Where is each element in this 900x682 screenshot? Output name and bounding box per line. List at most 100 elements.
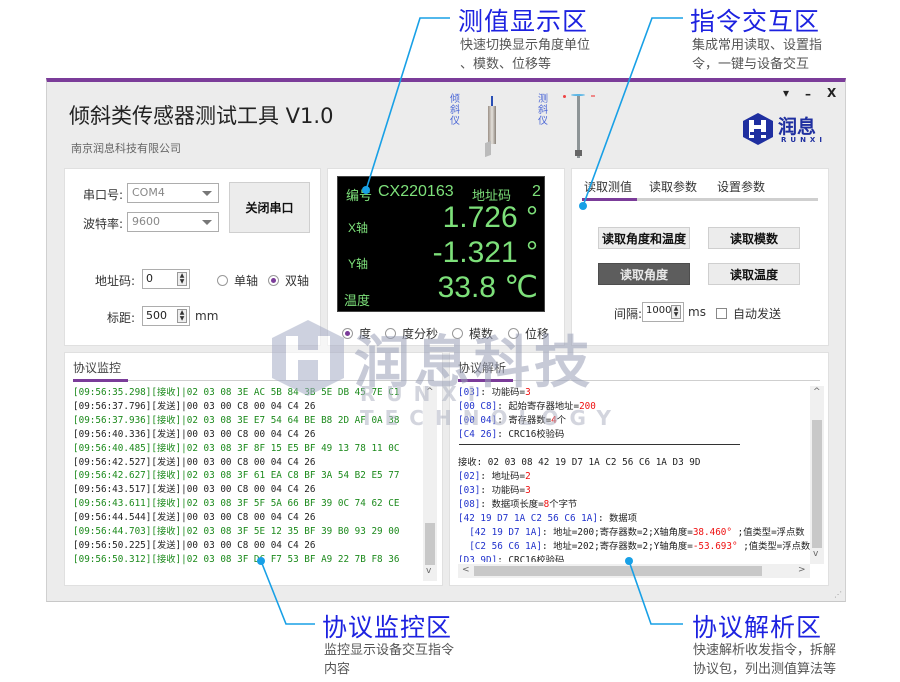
log-line-send: [09:56:37.796][发送]|00 03 00 C8 00 04 C4 … (73, 400, 316, 412)
parser-value: 3 (525, 485, 531, 496)
radio-single-axis[interactable]: 单轴 (217, 272, 258, 289)
interval-spinner[interactable]: 1000 ▲ ▼ (642, 302, 684, 322)
logo-name: 润息 (778, 116, 817, 138)
unit-option-displacement-label: 位移 (525, 327, 550, 341)
parser-scrollbar-vertical[interactable]: ^ v (810, 386, 824, 564)
auto-send-checkbox[interactable]: 自动发送 (716, 305, 781, 322)
callout-parse-desc-1: 快速解析收发指令，拆解 (693, 643, 837, 658)
parser-text (458, 527, 469, 538)
read-temp-button[interactable]: 读取温度 (708, 263, 800, 285)
parser-value: 3 (525, 387, 531, 398)
log-line-recv: [09:56:35.298][接收]|02 03 08 3E AC 5B 84 … (73, 387, 400, 398)
parser-line: [D3 9D]: CRC16校验码 (458, 554, 810, 562)
unit-option-dms-label: 度分秒 (402, 327, 439, 341)
parser-value: 200 (579, 401, 596, 412)
parser-log[interactable]: [03]: 功能码=3 [00 C8]: 起始寄存器地址=200 [00 04]: … (458, 386, 810, 562)
parser-text (458, 541, 469, 552)
callout-command-desc-1: 集成常用读取、设置指 (692, 38, 823, 53)
monitor-scrollbar[interactable]: ^ v (423, 386, 437, 581)
gauge-label: 标距: (107, 311, 136, 325)
unit-option-dms[interactable]: 度分秒 (385, 325, 438, 342)
log-line-recv: [09:56:37.936][接收]|02 03 08 3E E7 54 64 … (73, 414, 400, 426)
window-close-button[interactable]: X (827, 86, 836, 100)
read-modulus-button[interactable]: 读取模数 (708, 227, 800, 249)
spinner-arrows-icon[interactable]: ▲ ▼ (177, 309, 187, 323)
monitor-scroll-thumb[interactable] (425, 523, 435, 565)
log-line-recv: [09:56:40.485][接收]|02 03 08 3F 8F 15 E5 … (73, 442, 400, 454)
baud-label: 波特率: (83, 217, 124, 231)
read-angle-button[interactable]: 读取角度 (598, 263, 690, 285)
protocol-parser-panel: 协议解析 [03]: 功能码=3 [00 C8]: 起始寄存器地址=200 [00 … (449, 352, 829, 586)
y-axis-label: Y轴 (348, 257, 369, 271)
parser-value: 2 (525, 471, 531, 482)
radio-icon (508, 328, 519, 339)
read-angle-temp-button[interactable]: 读取角度和温度 (598, 227, 690, 249)
parser-text: : 数据项长度= (480, 499, 544, 510)
gauge-unit: mm (195, 309, 219, 323)
callout-display-title: 测值显示区 (458, 7, 589, 36)
parser-bytes: [08] (458, 499, 481, 510)
resize-grip-icon[interactable]: ⋰ (834, 590, 842, 599)
parser-text: : CRC16校验码 (497, 429, 565, 440)
tab-read-params[interactable]: 读取参数 (649, 178, 697, 195)
log-line-send: [09:56:44.544][发送]|00 03 00 C8 00 04 C4 … (73, 512, 316, 524)
unit-option-displacement[interactable]: 位移 (508, 325, 549, 342)
command-tabs: 读取测值 读取参数 设置参数 (582, 175, 818, 201)
spinner-arrows-icon[interactable]: ▲ ▼ (177, 272, 187, 286)
logo-mark-icon (743, 113, 773, 145)
measurement-display-panel: 编号 CX220163 地址码 2 X轴 1.726 ° Y轴 -1.321 °… (327, 168, 565, 346)
parser-text: : 地址码= (480, 471, 526, 482)
scroll-up-icon[interactable]: ^ (813, 387, 821, 397)
parser-bytes: [02] (458, 471, 481, 482)
callout-monitor-desc-1: 监控显示设备交互指令 (324, 643, 455, 658)
scroll-up-icon[interactable]: ^ (426, 387, 434, 397)
x-axis-label: X轴 (348, 221, 369, 235)
parser-scrollbar-horizontal[interactable]: < > (458, 564, 810, 578)
callout-parse-desc-2: 协议包，列出测值算法等 (693, 662, 837, 677)
baud-select[interactable]: 9600 (127, 212, 219, 232)
parser-line: 接收: 02 03 08 42 19 D7 1A C2 56 C6 1A D3 … (458, 456, 810, 470)
parser-scroll-thumb-horizontal[interactable] (474, 566, 762, 576)
measurement-screen: 编号 CX220163 地址码 2 X轴 1.726 ° Y轴 -1.321 °… (337, 176, 545, 312)
radio-dual-axis[interactable]: 双轴 (268, 272, 309, 289)
protocol-monitor-panel: 协议监控 [09:56:35.298][接收]|02 03 08 3E AC 5… (64, 352, 443, 586)
parser-bytes: [00 C8] (458, 401, 498, 412)
window-minimize-button[interactable]: – (805, 87, 811, 101)
tab-set-params[interactable]: 设置参数 (717, 178, 765, 195)
parser-text: 个字节 (549, 499, 578, 510)
parser-line: [08]: 数据项长度=8个字节 (458, 498, 810, 512)
parser-bytes: [03] (458, 485, 481, 496)
parser-line: [C2 56 C6 1A]: 地址=202;寄存器数=2;Y轴角度=-53.69… (458, 540, 810, 554)
scroll-down-icon[interactable]: v (426, 566, 431, 576)
close-port-button[interactable]: 关闭串口 (229, 182, 310, 233)
parser-line: [C4 26]: CRC16校验码 (458, 428, 810, 442)
scroll-down-icon[interactable]: v (813, 549, 818, 559)
unit-option-modulus[interactable]: 模数 (452, 325, 493, 342)
radio-icon (217, 275, 228, 286)
spinner-arrows-icon[interactable]: ▲ ▼ (671, 305, 681, 319)
parser-line: [02]: 地址码=2 (458, 470, 810, 484)
serial-panel: 串口号: COM4 波特率: 9600 关闭串口 地址码: 0 ▲ ▼ 单轴 双轴… (64, 168, 321, 346)
address-spinner[interactable]: 0 ▲ ▼ (142, 269, 190, 289)
gauge-spinner[interactable]: 500 ▲ ▼ (142, 306, 190, 326)
window-menu-button[interactable]: ▾ (783, 86, 789, 100)
parser-scroll-thumb-vertical[interactable] (812, 420, 822, 548)
serial-no-label: 编号 (346, 188, 373, 203)
callout-monitor-title: 协议监控区 (322, 613, 453, 642)
log-line-recv: [09:56:44.703][接收]|02 03 08 3F 5E 12 35 … (73, 526, 400, 538)
app-title: 倾斜类传感器测试工具 V1.0 (69, 104, 334, 128)
scroll-right-icon[interactable]: > (798, 565, 806, 575)
callout-command-desc-2: 令，一键与设备交互 (692, 57, 810, 72)
tab-read-measurement[interactable]: 读取测值 (584, 178, 632, 195)
app-window: 倾斜类传感器测试工具 V1.0 南京润息科技有限公司 倾斜仪 测斜仪 ▾ – X… (46, 78, 846, 602)
parser-bytes: [C2 56 C6 1A] (469, 541, 542, 552)
port-select[interactable]: COM4 (127, 183, 219, 203)
monitor-title-underline (73, 379, 128, 382)
gauge-value: 500 (146, 309, 167, 322)
unit-option-degree[interactable]: 度 (342, 325, 371, 342)
parser-text: : 地址=202;寄存器数=2;Y轴角度= (541, 541, 693, 552)
scroll-left-icon[interactable]: < (462, 565, 470, 575)
log-line-send: [09:56:40.336][发送]|00 03 00 C8 00 04 C4 … (73, 428, 316, 440)
monitor-log[interactable]: [09:56:35.298][接收]|02 03 08 3E AC 5B 84 … (73, 386, 423, 581)
parser-text: : 寄存器数= (497, 415, 552, 426)
